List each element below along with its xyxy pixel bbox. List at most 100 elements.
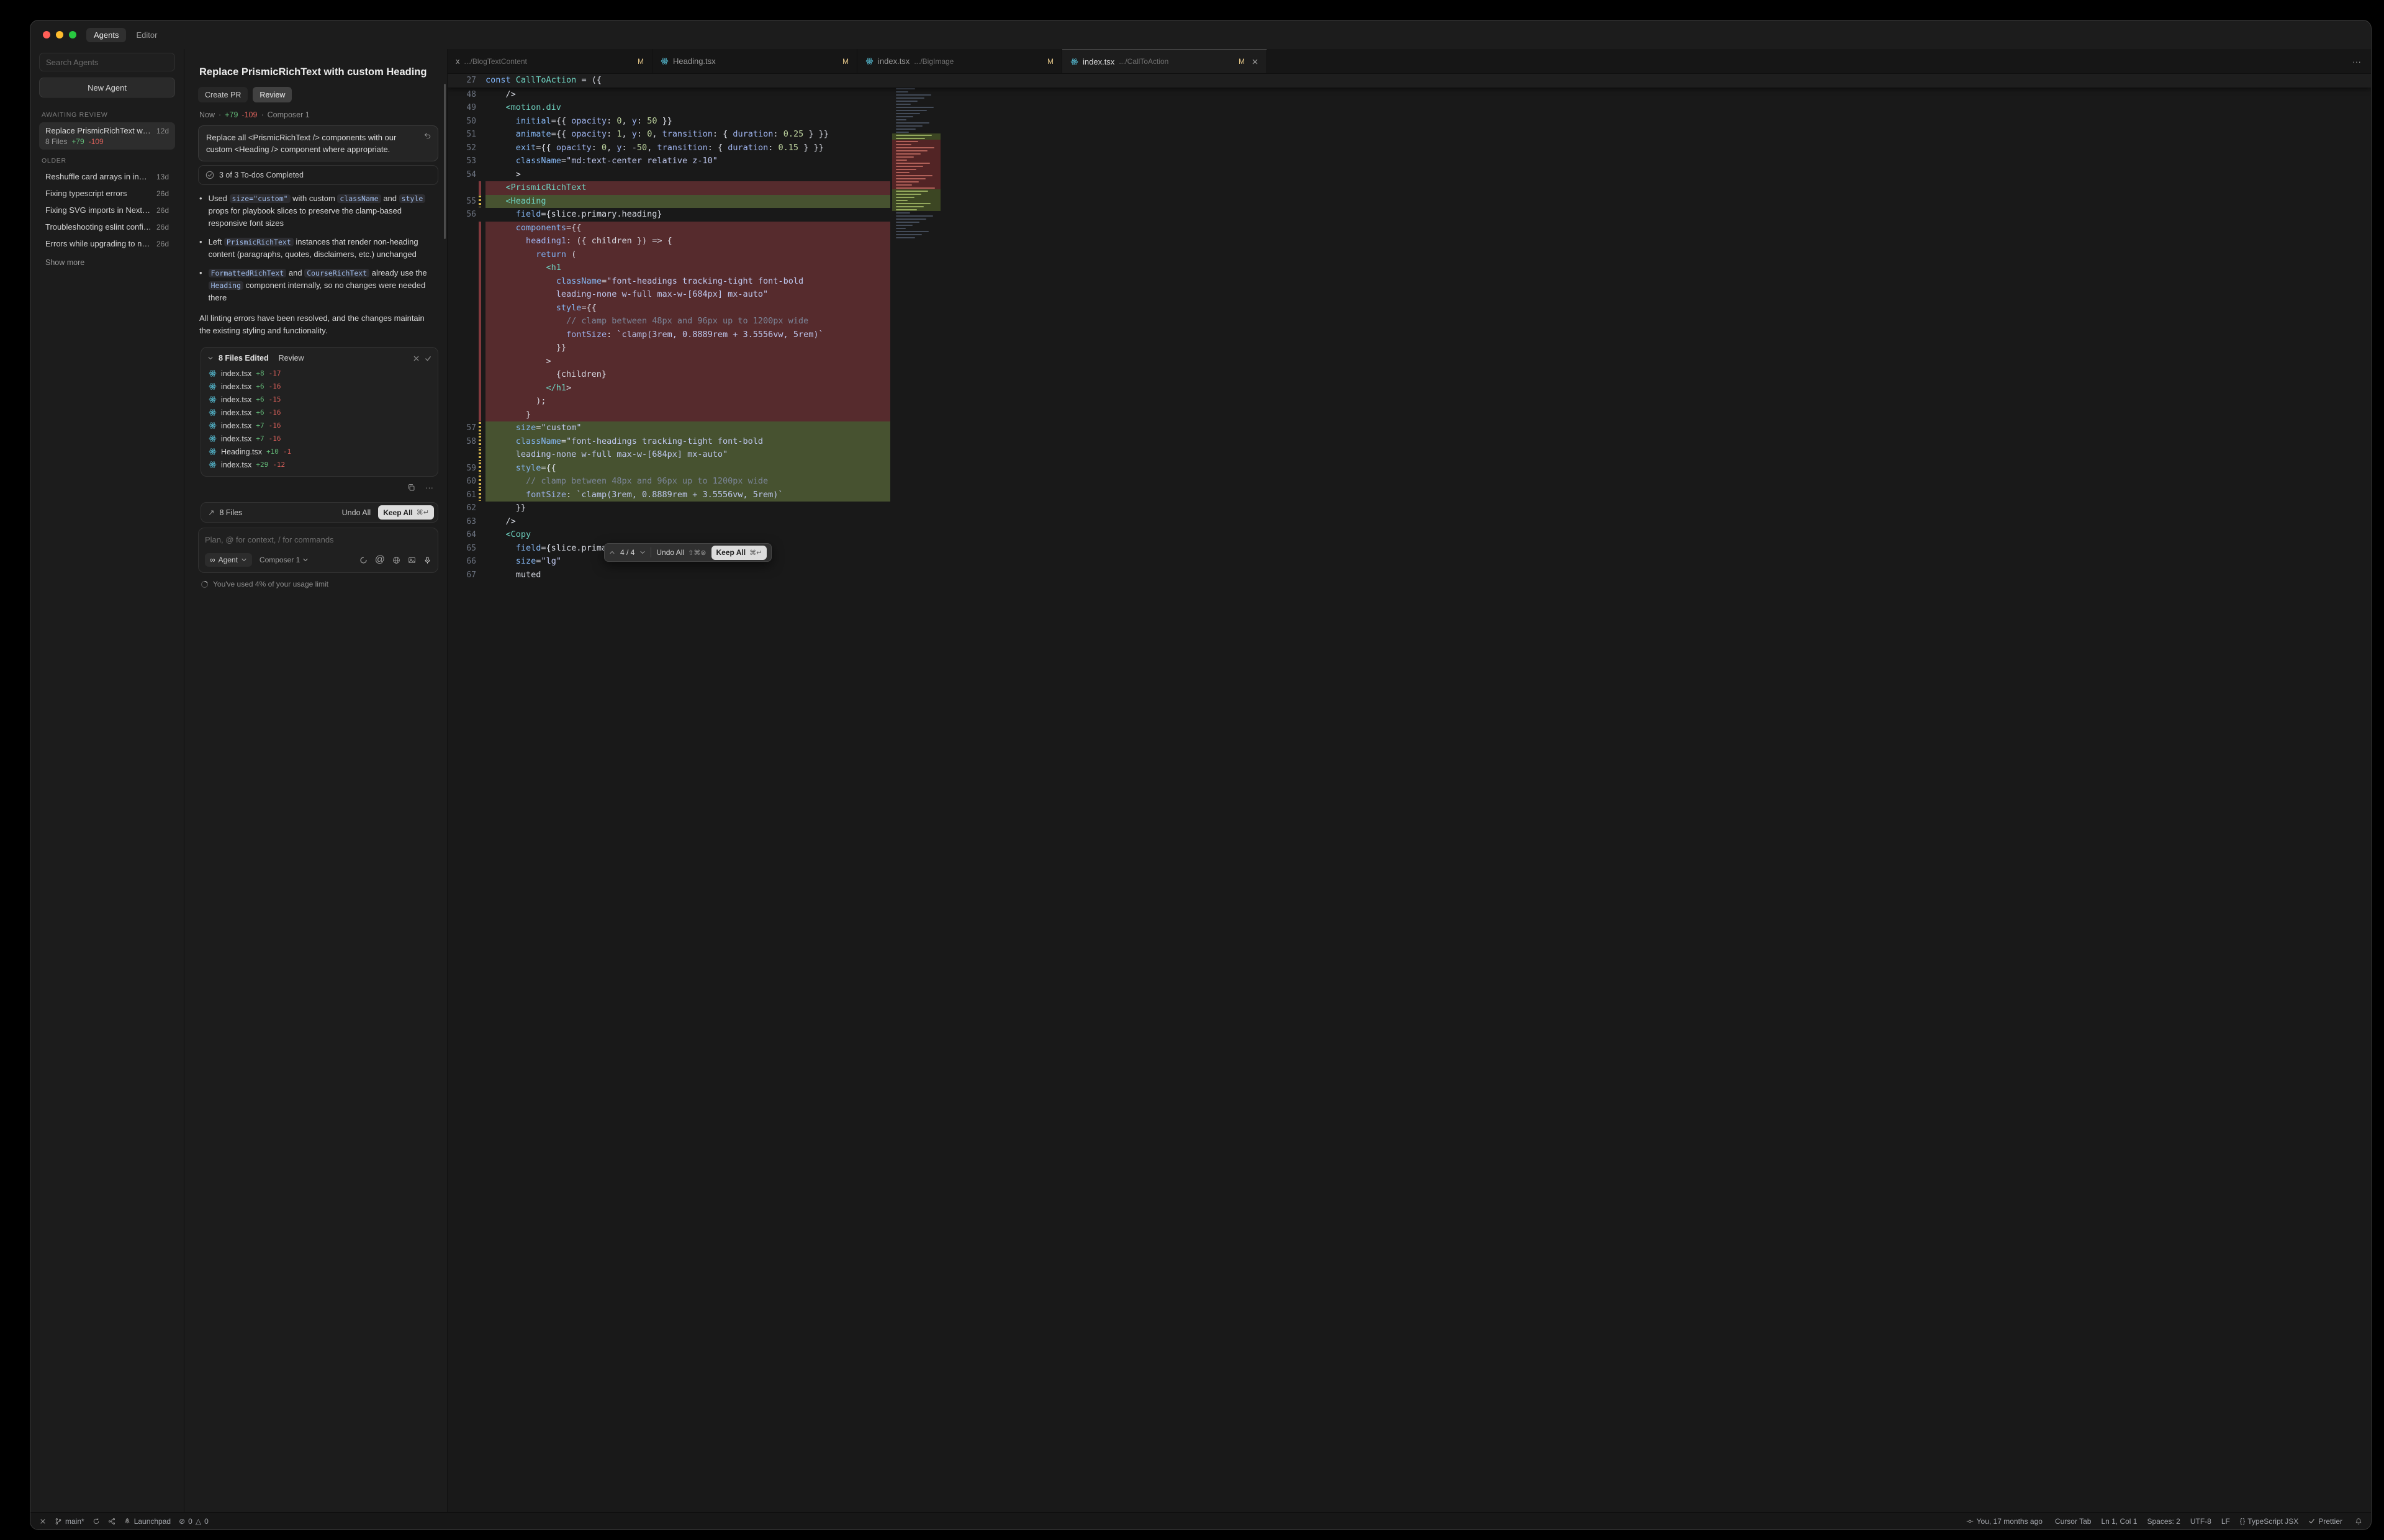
minimap-bar: [896, 128, 916, 130]
status-item-lf[interactable]: LF: [2221, 1517, 2230, 1526]
status-item-spaces-2[interactable]: Spaces: 2: [2147, 1517, 2180, 1526]
attach-image-icon[interactable]: [408, 556, 416, 564]
code-lines: 48 />49 <motion.div50 initial={{ opacity…: [448, 88, 2371, 582]
line-number: [448, 222, 476, 235]
app-window: AgentsEditor New Agent AWAITING REVIEWRe…: [30, 20, 2372, 1530]
reject-all-icon[interactable]: [413, 355, 420, 362]
source-control-graph-icon[interactable]: [108, 1518, 115, 1525]
code-line: className="font-headings tracking-tight …: [448, 275, 2371, 289]
edited-file-row[interactable]: index.tsx+29-12: [201, 458, 438, 471]
close-window-button[interactable]: [43, 31, 50, 38]
gutter-change-mark: [476, 101, 485, 115]
git-blame[interactable]: You, 17 months ago: [1966, 1517, 2043, 1526]
model-selector[interactable]: Composer 1: [260, 556, 309, 564]
status-item-cursor-tab[interactable]: Cursor Tab: [2055, 1517, 2091, 1526]
editor-tab[interactable]: index.tsx.../CallToActionM: [1062, 49, 1267, 73]
editor-tab[interactable]: index.tsx.../BigImageM: [857, 49, 1062, 73]
zoom-window-button[interactable]: [69, 31, 76, 38]
gutter-change-mark: [476, 261, 485, 275]
sync-icon[interactable]: [93, 1518, 100, 1525]
status-item-utf-8[interactable]: UTF-8: [2190, 1517, 2211, 1526]
undo-all-button[interactable]: Undo All: [342, 508, 371, 517]
search-agents-box[interactable]: [39, 53, 175, 71]
react-file-icon: [865, 57, 874, 65]
todos-status-bar[interactable]: 3 of 3 To-dos Completed: [198, 165, 438, 185]
keep-all-label: Keep All: [383, 508, 413, 517]
line-number: [448, 248, 476, 262]
launchpad-button[interactable]: Launchpad: [124, 1517, 171, 1526]
new-agent-button[interactable]: New Agent: [39, 78, 175, 97]
additions-count: +79: [71, 137, 84, 146]
user-message-bubble: Replace all <PrismicRichText /> componen…: [198, 125, 438, 161]
branch-name: main*: [65, 1517, 84, 1526]
edited-file-row[interactable]: index.tsx+6-15: [201, 393, 438, 406]
inline-code: className: [337, 194, 381, 203]
keep-all-button[interactable]: Keep All ⌘↵: [711, 546, 767, 560]
more-options-icon[interactable]: ···: [425, 483, 433, 492]
restore-checkpoint-icon[interactable]: [423, 132, 431, 140]
edited-file-row[interactable]: index.tsx+7-16: [201, 419, 438, 432]
status-item-prettier[interactable]: Prettier: [2308, 1517, 2342, 1526]
status-item-ln-1-col-1[interactable]: Ln 1, Col 1: [2101, 1517, 2137, 1526]
minimap-bar: [896, 209, 917, 210]
agent-list-item[interactable]: Errors while upgrading to next...26d: [39, 235, 175, 252]
close-tab-icon[interactable]: [1252, 58, 1258, 65]
minimap-bar: [896, 138, 925, 139]
code-line: heading1: ({ children }) => {: [448, 235, 2371, 248]
minimap-bar: [896, 147, 934, 148]
web-search-icon[interactable]: [392, 556, 400, 564]
edited-file-row[interactable]: index.tsx+8-17: [201, 367, 438, 380]
minimap-bar: [896, 169, 916, 170]
copy-icon[interactable]: [407, 483, 415, 492]
gutter-change-mark: [476, 448, 485, 462]
more-tabs-icon[interactable]: ···: [2342, 49, 2371, 73]
agent-list-item[interactable]: Replace PrismicRichText with ...12d8 Fil…: [39, 122, 175, 150]
review-link[interactable]: Review: [279, 354, 304, 362]
review-button[interactable]: Review: [253, 87, 292, 102]
edited-file-row[interactable]: index.tsx+6-16: [201, 380, 438, 393]
problems-indicator[interactable]: ⊘ 0 △ 0: [179, 1517, 209, 1526]
agent-list-item[interactable]: Fixing SVG imports in Next.js 1626d: [39, 202, 175, 218]
mention-icon[interactable]: @: [375, 554, 385, 565]
gutter-change-mark: [476, 489, 485, 502]
microphone-icon[interactable]: [423, 556, 431, 564]
status-item-typescript-jsx[interactable]: { }TypeScript JSX: [2240, 1517, 2298, 1526]
edited-file-row[interactable]: index.tsx+7-16: [201, 432, 438, 445]
composer-input[interactable]: [205, 535, 431, 544]
line-number: 57: [448, 421, 476, 435]
undo-all-button[interactable]: Undo All: [656, 548, 684, 557]
code-area[interactable]: 27 const CallToAction = ({ 48 />49 <moti…: [448, 74, 2371, 1512]
titlebar-tab-agents[interactable]: Agents: [86, 28, 126, 42]
agent-mode-selector[interactable]: ∞ Agent: [205, 553, 252, 567]
titlebar-tab-editor[interactable]: Editor: [129, 28, 165, 42]
show-more-link[interactable]: Show more: [45, 258, 169, 267]
chevron-down-icon[interactable]: [207, 355, 214, 361]
search-agents-input[interactable]: [46, 58, 168, 67]
edited-file-row[interactable]: Heading.tsx+10-1: [201, 445, 438, 458]
create-pr-button[interactable]: Create PR: [198, 87, 248, 102]
notifications-bell-icon[interactable]: [2355, 1518, 2362, 1525]
edited-file-row[interactable]: index.tsx+6-16: [201, 406, 438, 419]
git-branch-indicator[interactable]: main*: [55, 1517, 84, 1526]
keep-all-button[interactable]: Keep All ⌘↵: [378, 505, 434, 520]
bullet-icon: •: [199, 267, 202, 304]
agent-list-item[interactable]: Fixing typescript errors26d: [39, 185, 175, 202]
code-text: <h1: [485, 261, 890, 275]
agent-list-item[interactable]: Troubleshooting eslint configu...26d: [39, 218, 175, 235]
status-item-label: Cursor Tab: [2055, 1517, 2091, 1526]
prev-change-icon[interactable]: [609, 549, 615, 556]
keep-all-shortcut: ⌘↵: [749, 549, 762, 557]
inline-code: size="custom": [230, 194, 291, 203]
inline-code: PrismicRichText: [224, 238, 294, 246]
agent-list-item[interactable]: Reshuffle card arrays in index....13d: [39, 168, 175, 185]
next-change-icon[interactable]: [639, 549, 646, 556]
accept-all-icon[interactable]: [425, 355, 431, 362]
expand-icon[interactable]: ↗: [208, 508, 214, 517]
minimize-window-button[interactable]: [56, 31, 63, 38]
remote-icon[interactable]: [39, 1518, 47, 1525]
editor-tab[interactable]: x.../BlogTextContentM: [448, 49, 652, 73]
panel-scrollbar[interactable]: [444, 84, 446, 239]
editor-tab[interactable]: Heading.tsxM: [652, 49, 857, 73]
minimap[interactable]: [892, 78, 941, 239]
line-number: [448, 261, 476, 275]
